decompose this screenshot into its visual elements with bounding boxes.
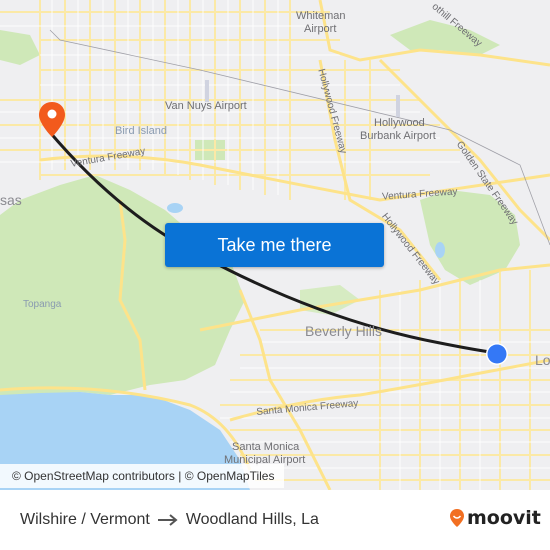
origin-name: Wilshire / Vermont: [20, 511, 150, 528]
map-label-van-nuys-airport: Van Nuys Airport: [165, 100, 247, 112]
arrow-right-icon: [157, 514, 178, 526]
map-label-beverly-hills: Beverly Hills: [305, 323, 383, 339]
moovit-wordmark: moovit: [467, 507, 541, 529]
moovit-pin-icon: [450, 509, 464, 527]
route-summary: Wilshire / Vermont Woodland Hills, La: [20, 511, 319, 529]
origin-marker[interactable]: [485, 342, 509, 366]
map-label-burbank-airport: Hollywood: [374, 117, 425, 129]
take-me-there-button[interactable]: Take me there: [165, 223, 384, 267]
destination-pin-icon[interactable]: [36, 100, 68, 140]
map-label-calabasas: sas: [0, 192, 22, 208]
destination-name: Woodland Hills, La: [185, 511, 319, 528]
map-label-bird-island: Bird Island: [115, 125, 167, 137]
map-label-santa-monica-airport: Santa Monica: [232, 441, 300, 453]
map-label-los-angeles: Los: [535, 352, 550, 368]
map-view[interactable]: Whiteman Airport othill Freeway Van Nuys…: [0, 0, 550, 490]
map-label-whiteman-airport: Whiteman: [296, 10, 346, 22]
attribution-text: © OpenStreetMap contributors | © OpenMap…: [12, 469, 275, 483]
map-label-burbank-airport-2: Burbank Airport: [360, 130, 436, 142]
map-attribution: © OpenStreetMap contributors | © OpenMap…: [0, 464, 285, 488]
map-label-whiteman-airport-2: Airport: [304, 23, 337, 35]
map-label-topanga: Topanga: [23, 299, 62, 310]
moovit-logo[interactable]: moovit: [449, 507, 541, 529]
